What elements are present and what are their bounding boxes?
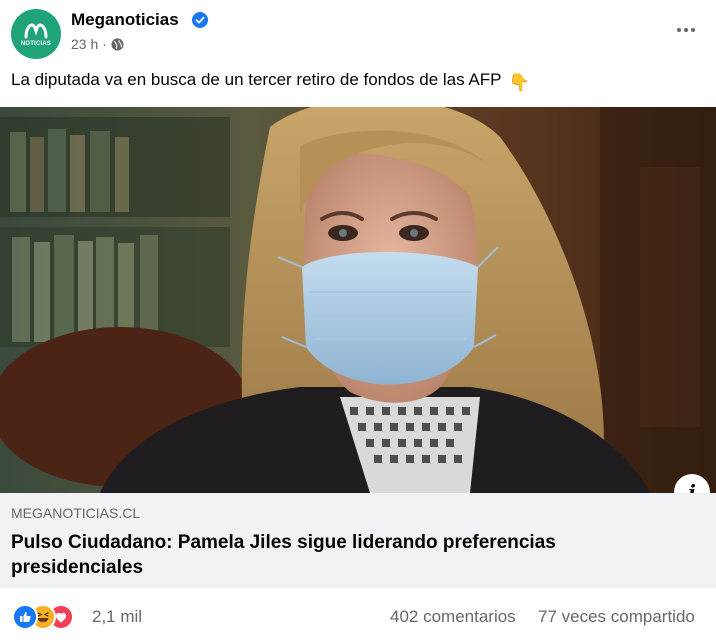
post-footer: 2,1 mil 402 comentarios 77 veces compart… [0, 588, 716, 643]
shares-count[interactable]: 77 veces compartido [538, 607, 695, 627]
post-header: NOTICIAS Meganoticias 23 h · [0, 0, 716, 62]
verified-badge-icon [192, 12, 208, 28]
post-message: La diputada va en busca de un tercer ret… [11, 70, 530, 93]
more-dot-icon [677, 28, 681, 32]
article-photo-image [0, 107, 716, 493]
more-dot-icon [691, 28, 695, 32]
comments-count[interactable]: 402 comentarios [390, 607, 516, 627]
globe-icon[interactable] [111, 37, 124, 51]
meganoticias-logo-icon [24, 22, 48, 38]
page-avatar[interactable]: NOTICIAS [11, 9, 61, 59]
article-photo[interactable] [0, 107, 716, 493]
post-message-text: La diputada va en busca de un tercer ret… [11, 70, 502, 89]
reactions-summary[interactable] [12, 604, 84, 630]
page-name-link[interactable]: Meganoticias [71, 10, 179, 30]
reaction-count[interactable]: 2,1 mil [92, 607, 142, 627]
more-options-button[interactable] [674, 18, 698, 42]
link-preview-card[interactable]: MEGANOTICIAS.CL Pulso Ciudadano: Pamela … [0, 493, 716, 588]
link-title[interactable]: Pulso Ciudadano: Pamela Jiles sigue lide… [11, 530, 651, 580]
more-dot-icon [684, 28, 688, 32]
meta-separator: · [102, 36, 107, 52]
pointing-down-emoji: 👇 [508, 73, 531, 92]
link-domain: MEGANOTICIAS.CL [11, 505, 141, 521]
post-timestamp[interactable]: 23 h [71, 36, 98, 52]
avatar-label: NOTICIAS [20, 40, 52, 47]
post-meta: 23 h · [71, 36, 124, 52]
like-icon [12, 604, 38, 630]
